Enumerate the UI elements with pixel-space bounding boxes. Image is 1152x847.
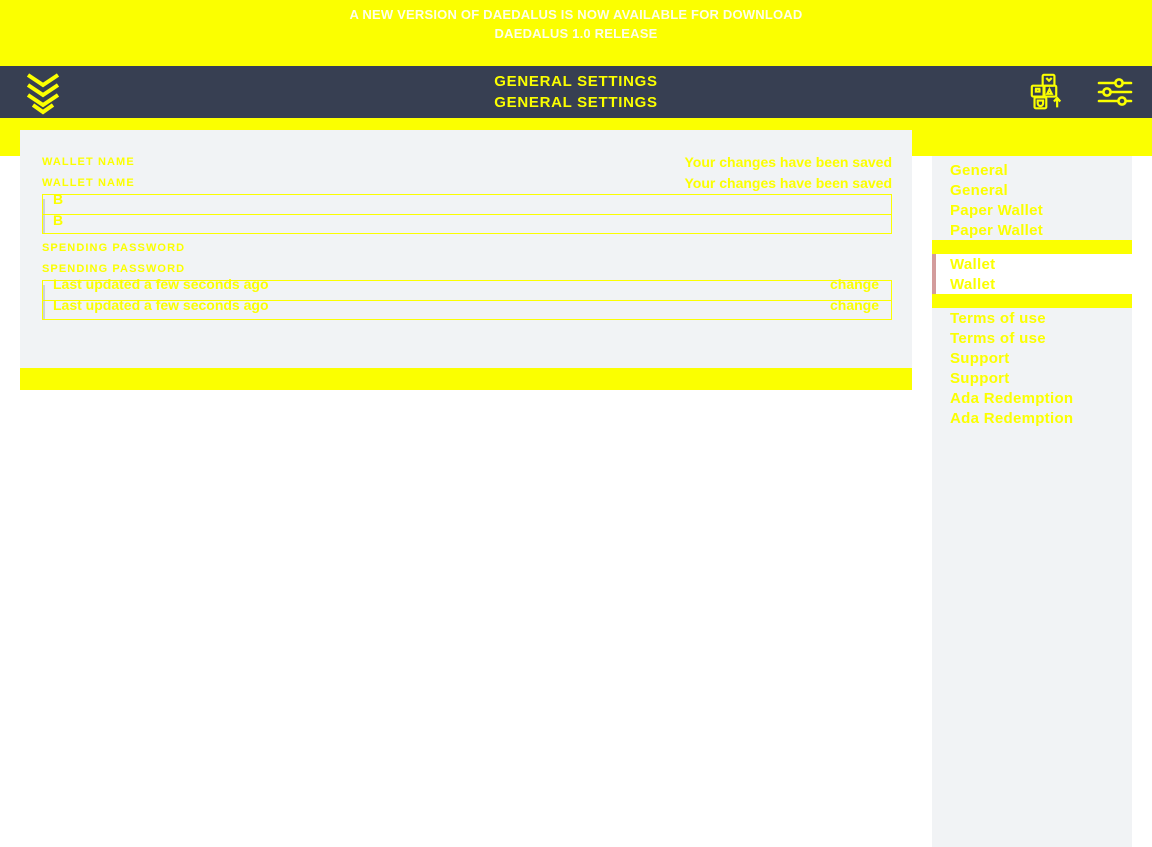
sidebar-yellow-strip-lower	[932, 294, 1132, 308]
daedalus-chevron-logo-icon[interactable]	[22, 71, 64, 115]
sidebar-item-support-duplicate[interactable]: Support	[932, 368, 1132, 388]
wallet-name-input-value: B	[53, 191, 64, 207]
input-inner-rule	[43, 214, 891, 215]
spending-password-row[interactable]: Last updated a few seconds ago Last upda…	[42, 276, 892, 320]
sidebar-item-terms-of-use-duplicate[interactable]: Terms of use	[932, 328, 1132, 348]
app-root: A NEW VERSION OF DAEDALUS IS NOW AVAILAB…	[0, 0, 1152, 847]
sidebar-item-general-duplicate[interactable]: General	[932, 180, 1132, 200]
spending-password-label: SPENDING PASSWORD	[42, 242, 186, 254]
sidebar-item-wallet-duplicate[interactable]: Wallet	[932, 274, 1132, 294]
sidebar-top-yellow-strip	[932, 128, 1132, 156]
settings-sidebar: General General Paper Wallet Paper Walle…	[932, 128, 1132, 847]
wallet-name-saved-message-duplicate: Your changes have been saved	[684, 175, 893, 191]
news-banner[interactable]: A NEW VERSION OF DAEDALUS IS NOW AVAILAB…	[0, 0, 1152, 70]
wallet-name-saved-message: Your changes have been saved	[684, 154, 893, 170]
sidebar-item-paper-wallet[interactable]: Paper Wallet	[932, 200, 1132, 220]
sidebar-item-ada-redemption[interactable]: Ada Redemption	[932, 388, 1132, 408]
sidebar-item-general[interactable]: General	[932, 160, 1132, 180]
text-caret	[43, 199, 45, 233]
news-banner-line-2: DAEDALUS 1.0 RELEASE	[494, 26, 658, 41]
spending-password-change-link-duplicate[interactable]: change	[830, 295, 879, 316]
top-bar-title-group: GENERAL SETTINGS GENERAL SETTINGS	[0, 66, 1152, 118]
page-title: GENERAL SETTINGS	[494, 73, 658, 90]
wallet-name-input-value-duplicate: B	[53, 212, 64, 228]
settings-content-panel: WALLET NAME Your changes have been saved…	[20, 130, 912, 390]
settings-sliders-icon[interactable]	[1096, 73, 1134, 111]
panel-footer-yellow-strip	[20, 368, 912, 390]
spending-password-caret	[43, 285, 45, 319]
spending-password-change-link[interactable]: change	[830, 274, 879, 295]
sidebar-item-support[interactable]: Support	[932, 348, 1132, 368]
page-title-duplicate: GENERAL SETTINGS	[494, 94, 658, 111]
sidebar-item-wallet[interactable]: Wallet	[932, 254, 1132, 274]
spending-password-last-updated: Last updated a few seconds ago	[53, 276, 269, 292]
top-bar-actions	[1030, 66, 1134, 118]
settings-form: WALLET NAME Your changes have been saved…	[42, 152, 892, 324]
sidebar-yellow-strip-upper	[932, 240, 1132, 254]
sidebar-item-paper-wallet-duplicate[interactable]: Paper Wallet	[932, 220, 1132, 240]
sidebar-menu: General General Paper Wallet Paper Walle…	[932, 160, 1132, 428]
top-app-bar: GENERAL SETTINGS GENERAL SETTINGS	[0, 66, 1152, 118]
wallet-name-field-block: WALLET NAME Your changes have been saved…	[42, 152, 892, 234]
sidebar-item-ada-redemption-duplicate[interactable]: Ada Redemption	[932, 408, 1132, 428]
wallets-grid-icon[interactable]	[1030, 73, 1068, 111]
wallet-name-input[interactable]: B B	[42, 191, 892, 234]
news-banner-line-1: A NEW VERSION OF DAEDALUS IS NOW AVAILAB…	[349, 7, 803, 22]
spending-password-field-block: SPENDING PASSWORD SPENDING PASSWORD Last…	[42, 238, 892, 320]
sidebar-item-terms-of-use[interactable]: Terms of use	[932, 308, 1132, 328]
spending-password-last-updated-duplicate: Last updated a few seconds ago	[53, 297, 269, 313]
